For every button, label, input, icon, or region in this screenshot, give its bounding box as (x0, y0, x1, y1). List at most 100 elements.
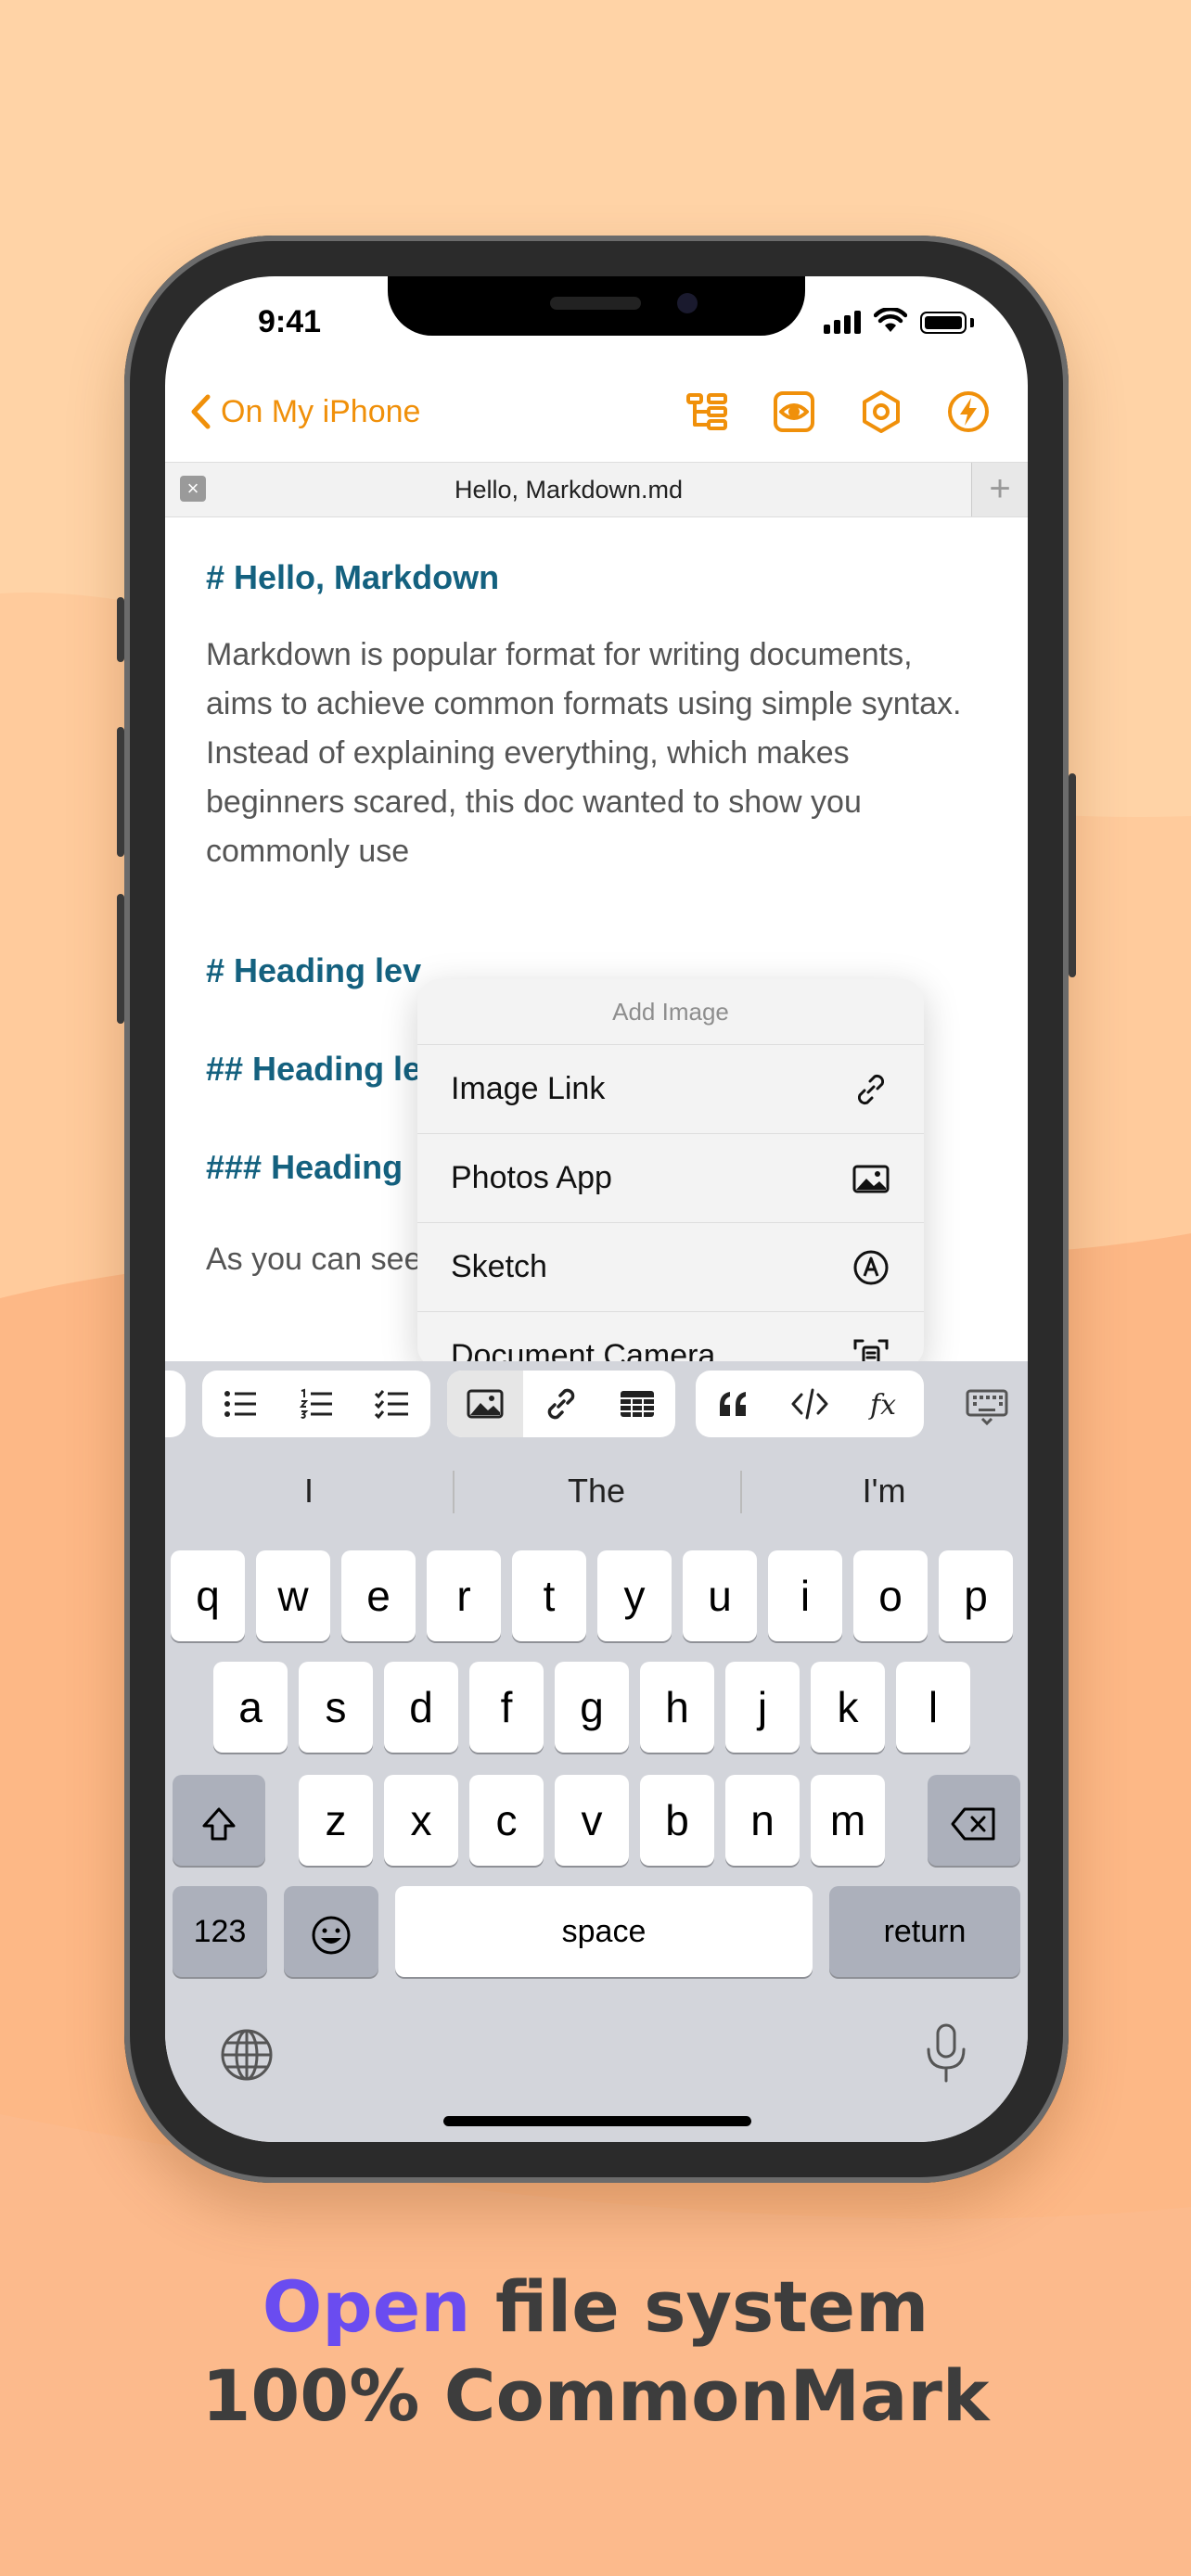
shift-key[interactable] (173, 1775, 265, 1866)
microphone-icon[interactable] (920, 2021, 972, 2085)
key-i[interactable]: i (768, 1550, 842, 1641)
key-j[interactable]: j (725, 1662, 800, 1753)
key-n[interactable]: n (725, 1775, 800, 1866)
new-tab-button[interactable]: + (971, 463, 1028, 516)
key-g[interactable]: g (555, 1662, 629, 1753)
toolbar-group-lists (202, 1371, 430, 1437)
key-e[interactable]: e (341, 1550, 416, 1641)
status-icons (824, 308, 974, 334)
preview-eye-icon[interactable] (772, 389, 816, 434)
menu-item-sketch[interactable]: Sketch (417, 1223, 924, 1312)
key-h[interactable]: h (640, 1662, 714, 1753)
key-r[interactable]: r (427, 1550, 501, 1641)
outline-icon[interactable] (685, 389, 729, 434)
suggestion-bar: I The I'm (165, 1450, 1028, 1532)
menu-item-label: Sketch (451, 1249, 547, 1284)
key-z[interactable]: z (299, 1775, 373, 1866)
battery-tip (970, 318, 974, 327)
numbered-list-icon (299, 1388, 332, 1419)
status-time: 9:41 (258, 304, 322, 339)
back-button[interactable]: On My iPhone (189, 393, 420, 430)
caption-line-1-rest: file system (470, 2265, 929, 2348)
file-tab-bar: × Hello, Markdown.md + (165, 462, 1028, 517)
add-image-menu: Add Image Image Link Photos App Sketch D… (417, 979, 924, 1369)
key-o[interactable]: o (853, 1550, 928, 1641)
phone-frame: 9:41 On My iPhone × Hello, Markdown.md +… (117, 236, 1076, 2183)
code-button[interactable] (772, 1371, 848, 1437)
settings-hexagon-icon[interactable] (859, 389, 903, 434)
suggestion-item[interactable]: I'm (740, 1450, 1028, 1532)
bullet-list-button[interactable] (202, 1371, 278, 1437)
menu-item-image-link[interactable]: Image Link (417, 1045, 924, 1134)
menu-item-label: Image Link (451, 1071, 606, 1106)
formula-button[interactable]: fx (848, 1371, 924, 1437)
numbered-list-button[interactable] (278, 1371, 354, 1437)
volume-up-button (117, 727, 124, 857)
keyboard-hide-icon[interactable] (965, 1382, 1009, 1426)
bullet-list-icon (224, 1391, 256, 1417)
home-indicator[interactable] (443, 2116, 751, 2126)
key-d[interactable]: d (384, 1662, 458, 1753)
front-camera (677, 293, 698, 313)
caption-line-2: 100% CommonMark (201, 2354, 990, 2437)
checklist-icon (374, 1390, 408, 1420)
delete-key[interactable] (928, 1775, 1020, 1866)
key-x[interactable]: x (384, 1775, 458, 1866)
key-w[interactable]: w (256, 1550, 330, 1641)
key-m[interactable]: m (811, 1775, 885, 1866)
volume-down-button (117, 894, 124, 1024)
backspace-icon (951, 1807, 995, 1841)
key-l[interactable]: l (896, 1662, 970, 1753)
insert-image-button[interactable] (447, 1371, 523, 1437)
key-b[interactable]: b (640, 1775, 714, 1866)
navigation-bar: On My iPhone (165, 369, 1028, 462)
globe-icon[interactable] (219, 2027, 275, 2083)
heading-line: ## Heading le (206, 1050, 422, 1088)
emoji-key[interactable] (284, 1886, 378, 1977)
key-y[interactable]: y (597, 1550, 672, 1641)
space-key[interactable]: space (395, 1886, 813, 1977)
code-icon (791, 1388, 828, 1420)
mute-switch (117, 597, 124, 662)
heading-line: # Hello, Markdown (206, 558, 500, 596)
link-icon (857, 1074, 885, 1104)
battery-icon (920, 312, 967, 334)
return-key[interactable]: return (829, 1886, 1020, 1977)
menu-item-photos-app[interactable]: Photos App (417, 1134, 924, 1223)
quote-button[interactable] (696, 1371, 772, 1437)
key-s[interactable]: s (299, 1662, 373, 1753)
image-icon (467, 1389, 504, 1419)
toolbar-group-insert (447, 1371, 675, 1437)
svg-text:fx: fx (868, 1389, 896, 1422)
insert-link-button[interactable] (523, 1371, 599, 1437)
heading-line: ### Heading (206, 1148, 403, 1186)
power-button (1069, 773, 1076, 977)
insert-table-button[interactable] (599, 1371, 675, 1437)
keyboard: I The I'm q w e r t y u i o p a s d f g … (165, 1450, 1028, 2142)
toolbar-group-format: fx (696, 1371, 924, 1437)
lightning-icon[interactable] (946, 389, 991, 434)
key-c[interactable]: c (469, 1775, 544, 1866)
suggestion-item[interactable]: The (453, 1450, 740, 1532)
paragraph-line: Markdown is popular format for writing d… (206, 637, 962, 721)
key-k[interactable]: k (811, 1662, 885, 1753)
key-t[interactable]: t (512, 1550, 586, 1641)
suggestion-item[interactable]: I (165, 1450, 453, 1532)
key-u[interactable]: u (683, 1550, 757, 1641)
caption-line-1: Open file system (0, 2263, 1191, 2352)
key-f[interactable]: f (469, 1662, 544, 1753)
menu-item-document-camera[interactable]: Document Camera (417, 1312, 924, 1369)
link-icon (547, 1388, 575, 1420)
tab-title[interactable]: Hello, Markdown.md (165, 476, 972, 504)
key-v[interactable]: v (555, 1775, 629, 1866)
checklist-button[interactable] (354, 1371, 430, 1437)
key-q[interactable]: q (171, 1550, 245, 1641)
numbers-key[interactable]: 123 (173, 1886, 267, 1977)
key-p[interactable]: p (939, 1550, 1013, 1641)
wifi-icon (874, 308, 907, 332)
shift-icon (202, 1807, 236, 1841)
key-a[interactable]: a (213, 1662, 288, 1753)
menu-item-label: Photos App (451, 1160, 612, 1195)
emoji-icon (312, 1916, 351, 1955)
table-icon (621, 1391, 654, 1417)
